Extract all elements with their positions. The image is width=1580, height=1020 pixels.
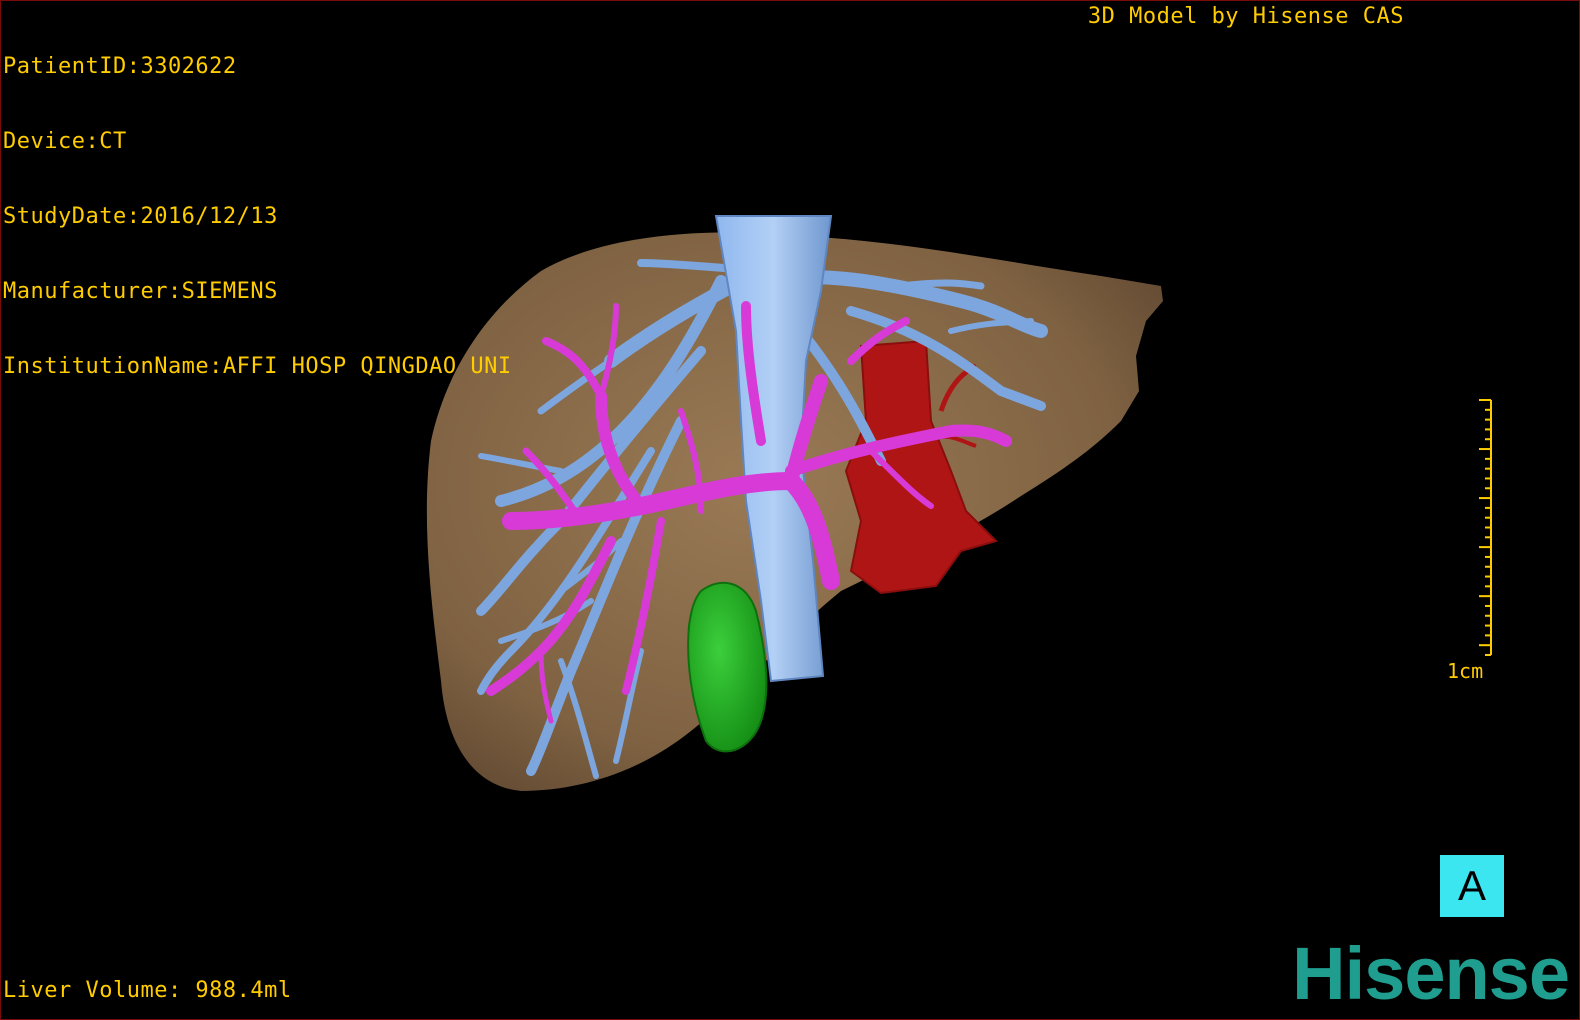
device-text: Device:CT [3, 129, 127, 154]
institution-text: InstitutionName:AFFI HOSP QINGDAO UNI [3, 354, 512, 379]
3d-render-viewport[interactable]: PatientID:3302622 Device:CT StudyDate:20… [0, 0, 1580, 1020]
orientation-indicator[interactable]: A [1440, 855, 1504, 917]
patient-id-text: PatientID:3302622 [3, 54, 237, 79]
hisense-logo: Hisense [1292, 932, 1570, 1015]
liver-volume-text: Liver Volume: 988.4ml [3, 978, 292, 1003]
scale-label: 1cm [1447, 659, 1484, 683]
study-date-text: StudyDate:2016/12/13 [3, 204, 278, 229]
manufacturer-text: Manufacturer:SIEMENS [3, 279, 278, 304]
gallbladder [687, 581, 768, 753]
model-credit-text: 3D Model by Hisense CAS [1087, 4, 1404, 29]
scale-bar [1479, 399, 1492, 656]
dicom-info-overlay: PatientID:3302622 Device:CT StudyDate:20… [3, 4, 512, 429]
